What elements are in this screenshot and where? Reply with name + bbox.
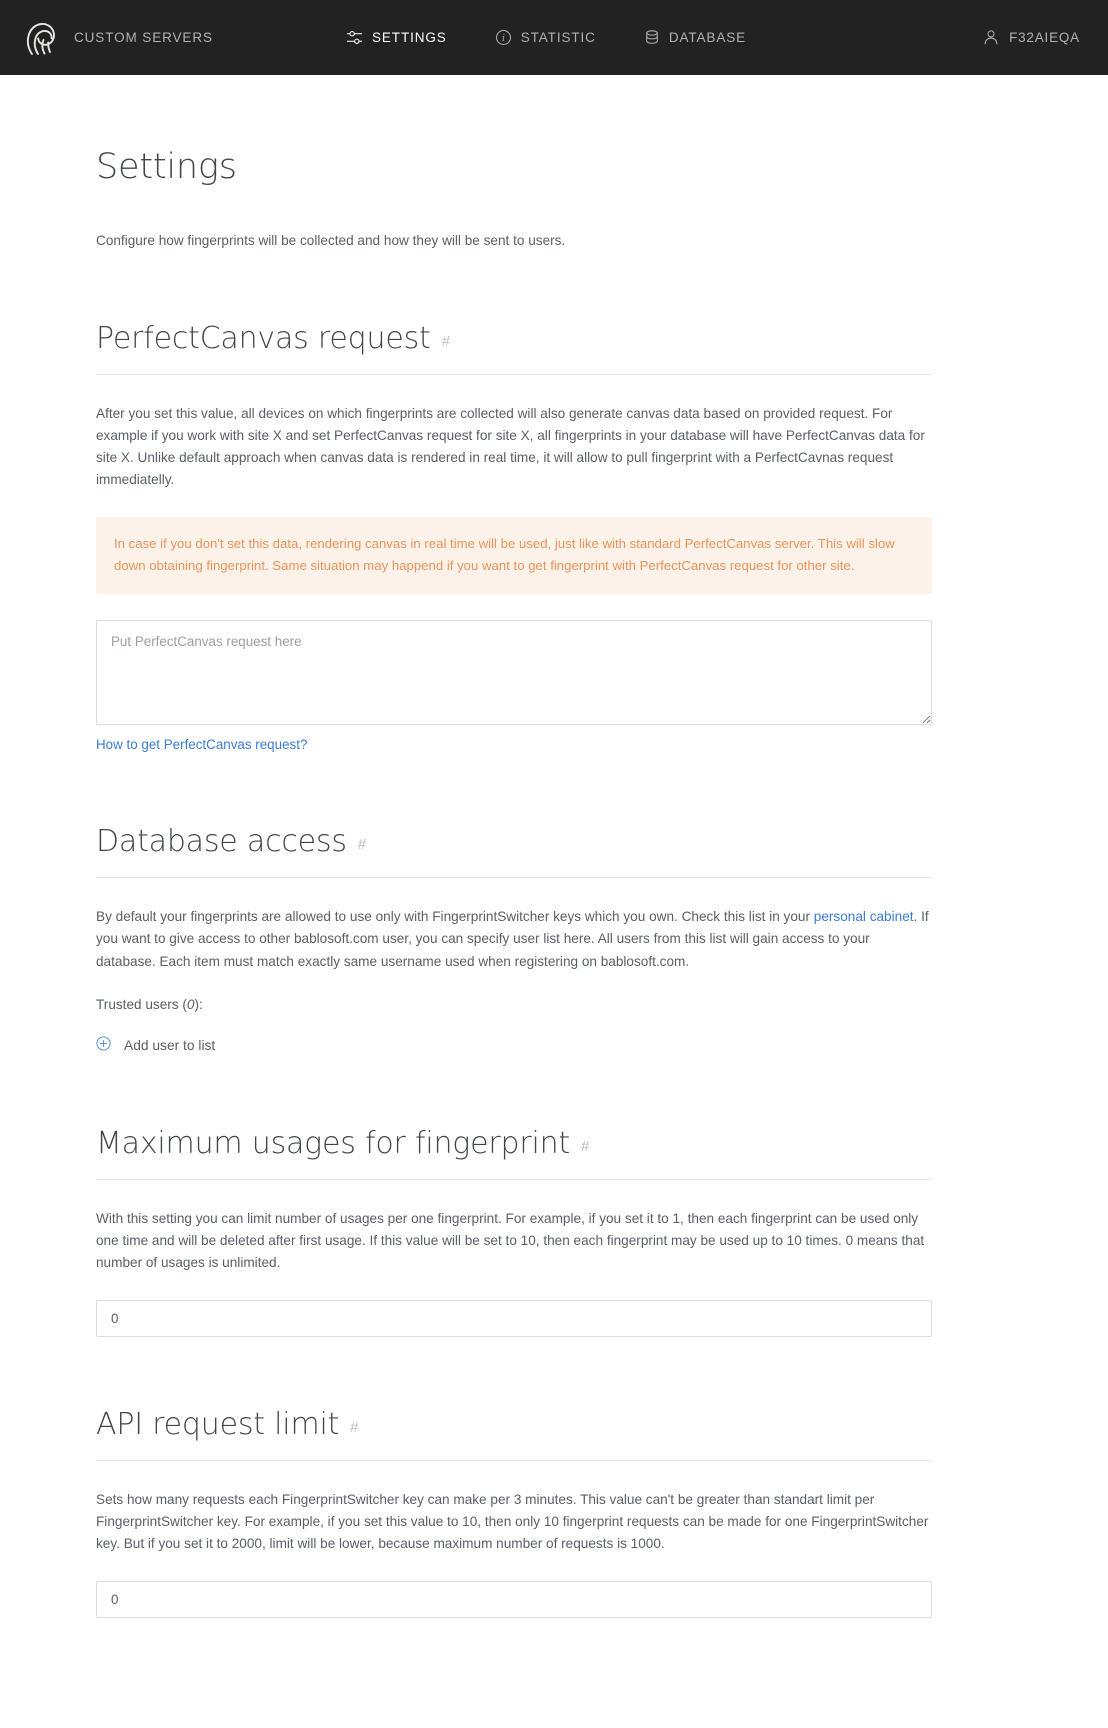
maximum-usages-description: With this setting you can limit number o… (96, 1210, 925, 1270)
page-container: Settings Configure how fingerprints will… (0, 75, 1108, 1728)
trusted-users-label: Trusted users (0): (96, 973, 932, 1012)
nav-label-database: DATABASE (668, 30, 747, 45)
api-request-limit-description: Sets how many requests each FingerprintS… (96, 1491, 929, 1551)
plus-circle-icon (96, 1035, 111, 1056)
section-title-perfectcanvas: PerfectCanvas request (96, 321, 431, 357)
brand-label: CUSTOM SERVERS (74, 30, 213, 45)
nav-label-settings: SETTINGS (372, 30, 447, 45)
section-title-database-access: Database access (96, 824, 347, 860)
personal-cabinet-link[interactable]: personal cabinet (814, 909, 914, 924)
section-title-api-request-limit: API request limit (96, 1406, 340, 1442)
main-nav: SETTINGS i STATISTIC DATABASE (322, 29, 770, 46)
section-maximum-usages: Maximum usages for fingerprint # With th… (96, 1056, 932, 1337)
fingerprint-icon (24, 20, 58, 56)
nav-item-database[interactable]: DATABASE (620, 29, 770, 46)
perfectcanvas-description: After you set this value, all devices on… (96, 406, 925, 488)
section-header: Database access # (96, 824, 932, 879)
add-user-to-list-button[interactable]: Add user to list (96, 1035, 216, 1056)
info-circle-icon: i (495, 29, 512, 46)
svg-text:i: i (502, 34, 505, 44)
user-name-label: F32AIEQA (1009, 30, 1080, 45)
section-header: Maximum usages for fingerprint # (96, 1126, 932, 1180)
api-request-limit-input[interactable] (96, 1580, 932, 1618)
bottom-spacer (96, 1618, 932, 1728)
trusted-users-suffix: ): (194, 996, 203, 1012)
top-navbar: CUSTOM SERVERS SETTINGS i STATISTIC DATA… (0, 0, 1108, 75)
brand-home-link[interactable]: CUSTOM SERVERS (24, 20, 213, 56)
maximum-usages-input[interactable] (96, 1299, 932, 1337)
anchor-link-maximum-usages[interactable]: # (581, 1138, 589, 1155)
section-title-maximum-usages: Maximum usages for fingerprint (96, 1125, 570, 1161)
section-database-access: Database access # By default your finger… (96, 754, 932, 1055)
trusted-users-prefix: Trusted users ( (96, 996, 187, 1012)
desc-text-before-link: By default your fingerprints are allowed… (96, 909, 814, 925)
anchor-link-database-access[interactable]: # (358, 836, 366, 853)
user-icon (983, 29, 999, 46)
content-column: Settings Configure how fingerprints will… (96, 75, 932, 1728)
section-perfectcanvas-request: PerfectCanvas request # After you set th… (96, 251, 932, 754)
database-access-description: By default your fingerprints are allowed… (96, 878, 932, 972)
how-to-get-perfectcanvas-link[interactable]: How to get PerfectCanvas request? (96, 737, 307, 752)
section-header: API request limit # (96, 1407, 932, 1461)
anchor-link-api-request-limit[interactable]: # (350, 1419, 358, 1436)
nav-item-settings[interactable]: SETTINGS (322, 29, 471, 46)
perfectcanvas-request-input[interactable] (96, 620, 932, 726)
sliders-icon (346, 29, 363, 46)
perfectcanvas-warning-alert: In case if you don't set this data, rend… (96, 517, 932, 595)
section-header: PerfectCanvas request # (96, 321, 932, 376)
user-menu[interactable]: F32AIEQA (983, 29, 1080, 46)
anchor-link-perfectcanvas[interactable]: # (442, 333, 450, 350)
page-title: Settings (96, 147, 237, 187)
page-subtitle: Configure how fingerprints will be colle… (96, 233, 566, 248)
database-icon (644, 29, 660, 46)
nav-item-statistic[interactable]: i STATISTIC (471, 29, 620, 46)
add-user-label: Add user to list (124, 1038, 216, 1054)
nav-label-statistic: STATISTIC (520, 30, 596, 45)
section-api-request-limit: API request limit # Sets how many reques… (96, 1337, 932, 1618)
